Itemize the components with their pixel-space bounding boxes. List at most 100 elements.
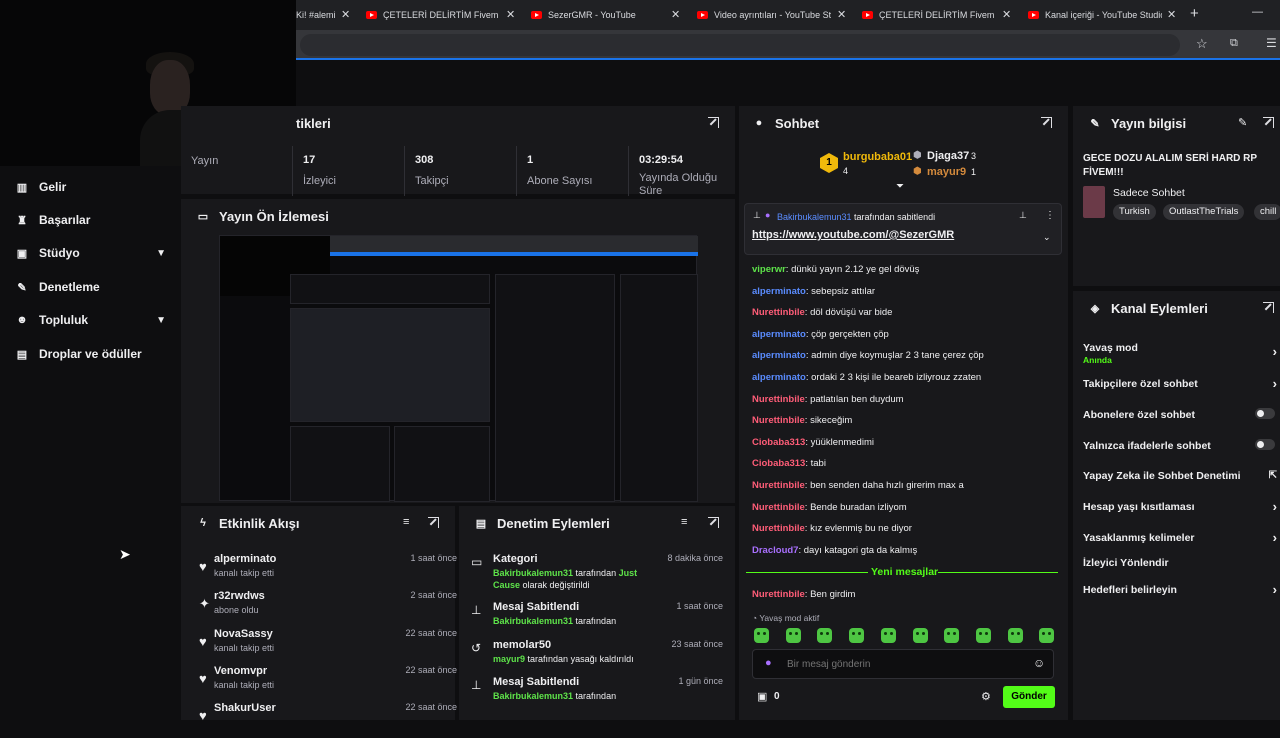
popout-icon[interactable] [708, 517, 719, 528]
sidebar-item-studyo[interactable]: ▣ Stüdyo ▼ [16, 246, 166, 260]
option-ifade[interactable]: Yalnızca ifadelerle sohbet [1083, 439, 1279, 452]
option-yasak-kelimeler[interactable]: Yasaklanmış kelimeler › [1083, 530, 1279, 545]
stream-tag[interactable]: chill [1254, 204, 1280, 220]
popout-icon[interactable] [1263, 117, 1274, 128]
option-hesap-yasi[interactable]: Hesap yaşı kısıtlaması › [1083, 499, 1279, 514]
option-takipci[interactable]: Takipçilere özel sohbet › [1083, 376, 1279, 391]
option-hedefler[interactable]: Hedefleri belirleyin › [1083, 582, 1279, 597]
sidebar-item-topluluk[interactable]: ☻ Topluluk ▼ [16, 313, 166, 327]
event-user[interactable]: NovaSassy [214, 628, 273, 640]
emote-icon[interactable] [817, 628, 833, 643]
pinned-user[interactable]: Bakirbukalemun31 [777, 212, 852, 222]
tab-close-icon[interactable]: ✕ [671, 8, 680, 21]
browser-tab[interactable]: ÇETELERİ DELİRTİM Fivem troll... [862, 0, 996, 30]
leader-name[interactable]: mayur9 [927, 166, 966, 178]
sidebar-item-denetleme[interactable]: ✎ Denetleme [16, 280, 166, 294]
expand-icon[interactable]: ⏷ [896, 181, 904, 192]
option-izleyici-yonlendir[interactable]: İzleyici Yönlendir [1083, 557, 1279, 569]
chat-username[interactable]: Nurettinbile [752, 523, 805, 534]
tab-close-icon[interactable]: ✕ [506, 8, 515, 21]
toggle-switch[interactable] [1255, 439, 1275, 450]
sidebar-item-droplar[interactable]: ▤ Droplar ve ödüller [16, 347, 166, 361]
chat-username[interactable]: Nurettinbile [752, 480, 805, 491]
chat-username[interactable]: alperminato [752, 372, 806, 383]
popout-icon[interactable] [428, 517, 439, 528]
sidebar-item-gelir[interactable]: ▥ Gelir [16, 180, 166, 194]
chat-username[interactable]: Dracloud7 [752, 545, 798, 556]
browser-tab[interactable]: ÇETELERİ DELİRTİM Fivem troll... [366, 0, 500, 30]
action-user[interactable]: mayur9 [493, 654, 525, 664]
option-abone[interactable]: Abonelere özel sohbet [1083, 408, 1279, 421]
emote-icon[interactable] [785, 628, 801, 643]
tab-close-icon[interactable]: ✕ [1167, 8, 1176, 21]
emote-icon[interactable] [944, 628, 960, 643]
browser-tab[interactable]: Kanal içeriği - YouTube Studio [1028, 0, 1162, 30]
chat-username[interactable]: Nurettinbile [752, 307, 805, 318]
chat-username[interactable]: alperminato [752, 350, 806, 361]
browser-tab[interactable]: Video ayrıntıları - YouTube Stu... [697, 0, 831, 30]
emote-icon[interactable] [754, 628, 769, 643]
tab-close-icon[interactable]: ✕ [341, 8, 350, 21]
toggle-switch[interactable] [1255, 408, 1275, 419]
filter-icon[interactable]: ≡ [681, 516, 687, 528]
event-user[interactable]: r32rwdws [214, 590, 265, 602]
edit-icon[interactable]: ✎ [1238, 116, 1247, 129]
send-button[interactable]: Gönder [1003, 686, 1055, 708]
filter-icon[interactable]: ≡ [403, 516, 409, 528]
action-user[interactable]: Bakirbukalemun31 [493, 691, 573, 701]
category-name[interactable]: Sadece Sohbet [1113, 187, 1185, 199]
action-user[interactable]: Bakirbukalemun31 [493, 568, 573, 578]
popout-icon[interactable] [1041, 117, 1052, 128]
chat-username[interactable]: Ciobaba313 [752, 458, 805, 469]
new-tab-button[interactable]: + [1190, 5, 1199, 22]
address-bar[interactable] [300, 34, 1180, 56]
emote-icon[interactable] [849, 628, 865, 643]
emote-icon[interactable] [1039, 628, 1055, 643]
option-yapay-zeka[interactable]: Yapay Zeka ile Sohbet Denetimi ⇱ [1083, 470, 1279, 482]
extensions-icon[interactable]: ⧉ [1230, 37, 1238, 50]
unpin-icon[interactable]: ⊥ [1019, 210, 1027, 221]
chat-username[interactable]: viperwr [752, 264, 786, 275]
chat-input[interactable]: ● ☺ [752, 649, 1054, 679]
browser-tab[interactable]: SezerGMR - YouTube [531, 0, 665, 30]
emoji-icon[interactable]: ☺ [1033, 656, 1045, 670]
popout-icon[interactable] [708, 117, 719, 128]
preview-video[interactable] [219, 235, 698, 502]
tab-close-icon[interactable]: ✕ [837, 8, 846, 21]
sidebar-item-basarilar[interactable]: ♜ Başarılar [16, 213, 166, 227]
option-yavas-mod[interactable]: Yavaş mod Anında › [1083, 342, 1279, 366]
event-user[interactable]: Venomvpr [214, 665, 267, 677]
event-user[interactable]: ShakurUser [214, 702, 276, 714]
stream-tag[interactable]: OutlastTheTrials [1163, 204, 1245, 220]
menu-icon[interactable]: ☰ [1266, 36, 1277, 50]
gear-icon[interactable]: ⚙ [981, 690, 991, 703]
popout-icon[interactable] [1263, 302, 1274, 313]
message-input[interactable] [787, 656, 1017, 672]
leader-name[interactable]: burgubaba01 [843, 151, 912, 163]
chat-username[interactable]: Ciobaba313 [752, 437, 805, 448]
stream-tag[interactable]: Turkish [1113, 204, 1156, 220]
chat-username[interactable]: Nurettinbile [752, 589, 805, 600]
emote-icon[interactable] [1007, 628, 1023, 643]
event-user[interactable]: alperminato [214, 553, 276, 565]
browser-tab[interactable]: Ki! #alemi [296, 0, 342, 30]
gift-icon[interactable]: ▣ [757, 690, 767, 703]
chevron-down-icon[interactable]: ⌄ [1043, 232, 1051, 243]
tab-close-icon[interactable]: ✕ [1002, 8, 1011, 21]
chat-username[interactable]: Nurettinbile [752, 415, 805, 426]
chat-username[interactable]: Nurettinbile [752, 502, 805, 513]
chat-username[interactable]: alperminato [752, 286, 806, 297]
leader-name[interactable]: Djaga37 [927, 150, 969, 162]
minimize-button[interactable]: — [1252, 6, 1263, 18]
emote-icon[interactable] [975, 628, 991, 643]
more-icon[interactable]: ⋮ [1045, 210, 1055, 221]
chat-username[interactable]: Nurettinbile [752, 394, 805, 405]
pinned-link[interactable]: https://www.youtube.com/@SezerGMR [752, 229, 954, 241]
chat-username[interactable]: alperminato [752, 329, 806, 340]
stat-label: Abone Sayısı [527, 175, 593, 187]
action-user[interactable]: Bakirbukalemun31 [493, 616, 573, 626]
emote-icon[interactable] [912, 628, 928, 643]
star-icon[interactable]: ☆ [1196, 36, 1208, 52]
emote-icon[interactable] [880, 628, 896, 643]
stat-izleyici: 17 İzleyici [292, 146, 336, 196]
